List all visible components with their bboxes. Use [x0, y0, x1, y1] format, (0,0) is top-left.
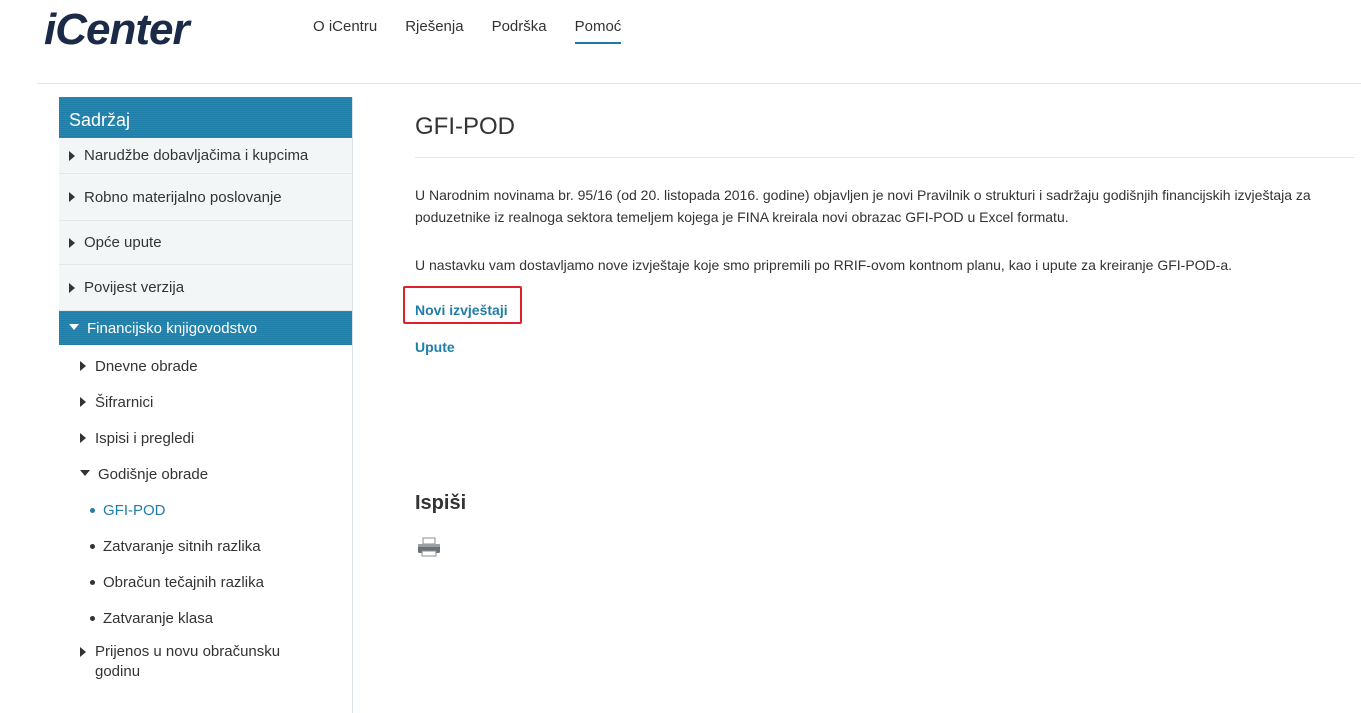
print-heading: Ispiši	[415, 492, 467, 514]
sidebar-item-label: Financijsko knjigovodstvo	[87, 319, 258, 337]
header: iCenter O iCentru Rješenja Podrška Pomoć	[0, 0, 1361, 84]
sidebar-item-narudzbe[interactable]: Narudžbe dobavljačima i kupcima	[59, 138, 352, 174]
triangle-right-icon	[69, 237, 75, 248]
page-title: GFI-POD	[415, 113, 515, 140]
sub-item-label: Godišnje obrade	[98, 465, 209, 483]
triangle-right-icon	[69, 150, 75, 161]
sidebar-item-label: Povijest verzija	[84, 279, 185, 296]
bullet-icon	[90, 579, 95, 585]
triangle-right-icon	[80, 433, 86, 443]
sidebar-item-label: Narudžbe dobavljačima i kupcima	[84, 147, 309, 164]
triangle-right-icon	[69, 192, 75, 202]
sub-item-label: Dnevne obrade	[95, 357, 198, 375]
sidebar-item-povijest[interactable]: Povijest verzija	[59, 265, 352, 311]
logo-text: iCenter	[44, 5, 192, 52]
sidebar-item-opce-upute[interactable]: Opće upute	[59, 221, 352, 265]
new-reports-link[interactable]: Novi izvještaji	[415, 302, 508, 318]
sidebar-sub-godisnje-obrade[interactable]: Godišnje obrade	[59, 456, 352, 492]
instructions-link[interactable]: Upute	[415, 339, 455, 355]
sidebar-sub-ispisi[interactable]: Ispisi i pregledi	[59, 420, 352, 456]
header-divider	[37, 83, 1361, 84]
triangle-right-icon	[80, 647, 86, 657]
triangle-right-icon	[80, 397, 86, 407]
bullet-icon	[90, 615, 95, 621]
main-nav: O iCentru Rješenja Podrška Pomoć	[313, 18, 649, 44]
details-paragraph: U nastavku vam dostavljamo nove izvješta…	[415, 257, 1232, 273]
nav-rjesenja[interactable]: Rješenja	[405, 18, 463, 35]
nav-o-icentru[interactable]: O iCentru	[313, 18, 377, 35]
nav-podrska[interactable]: Podrška	[492, 18, 547, 35]
triangle-right-icon	[69, 282, 75, 293]
triangle-down-icon	[80, 470, 90, 476]
bullet-icon	[90, 507, 95, 513]
triangle-right-icon	[80, 361, 86, 371]
sidebar-item-robno[interactable]: Robno materijalno poslovanje	[59, 174, 352, 221]
intro-paragraph: U Narodnim novinama br. 95/16 (od 20. li…	[415, 187, 1311, 225]
leaf-label: Zatvaranje sitnih razlika	[103, 537, 261, 555]
leaf-label: Obračun tečajnih razlika	[103, 573, 264, 591]
sidebar-item-financijsko[interactable]: Financijsko knjigovodstvo	[59, 311, 352, 345]
financijsko-subtree: Dnevne obrade Šifrarnici Ispisi i pregle…	[59, 345, 352, 682]
sidebar-sub-prijenos[interactable]: Prijenos u novu obračunsku godinu	[59, 642, 352, 682]
sub-item-label: Ispisi i pregledi	[95, 429, 195, 447]
sidebar-leaf-zatvaranje-sitnih[interactable]: Zatvaranje sitnih razlika	[59, 528, 352, 564]
sidebar-item-label: Opće upute	[84, 234, 162, 251]
leaf-label: GFI-POD	[103, 501, 166, 519]
sub-item-label: Šifrarnici	[95, 393, 154, 411]
bullet-icon	[90, 543, 95, 549]
title-divider	[415, 157, 1355, 158]
sidebar-title: Sadržaj	[59, 97, 352, 138]
sidebar-leaf-zatvaranje-klasa[interactable]: Zatvaranje klasa	[59, 600, 352, 636]
triangle-down-icon	[69, 324, 79, 330]
sidebar-item-label: Robno materijalno poslovanje	[84, 188, 282, 206]
sub-item-label: Prijenos u novu obračunsku godinu	[95, 643, 281, 680]
leaf-label: Zatvaranje klasa	[103, 609, 214, 627]
sidebar-sub-dnevne-obrade[interactable]: Dnevne obrade	[59, 348, 352, 384]
sidebar-sub-sifrarnici[interactable]: Šifrarnici	[59, 384, 352, 420]
sidebar: Sadržaj Narudžbe dobavljačima i kupcima …	[59, 97, 353, 713]
sidebar-leaf-obracun-tecajnih[interactable]: Obračun tečajnih razlika	[59, 564, 352, 600]
nav-pomoc[interactable]: Pomoć	[574, 18, 621, 44]
sidebar-leaf-gfi-pod[interactable]: GFI-POD	[59, 492, 352, 528]
icenter-logo[interactable]: iCenter	[42, 2, 232, 52]
printer-icon[interactable]	[417, 537, 441, 557]
